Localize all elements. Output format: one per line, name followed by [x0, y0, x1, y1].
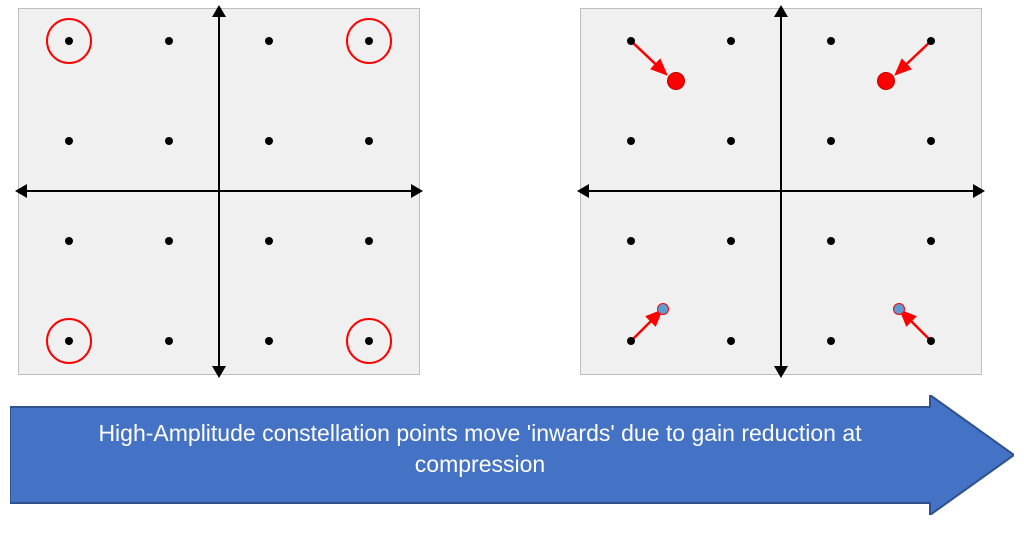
compressed-corner-br — [893, 303, 905, 315]
constellation-point — [927, 337, 935, 345]
y-axis-arrow-up — [212, 5, 226, 17]
constellation-point — [65, 137, 73, 145]
compressed-corner-bl — [657, 303, 669, 315]
constellation-point — [365, 37, 373, 45]
constellation-point — [927, 237, 935, 245]
constellation-point — [727, 337, 735, 345]
compressed-corner-tr — [877, 72, 895, 90]
constellation-point — [727, 237, 735, 245]
constellation-point — [727, 137, 735, 145]
explanation-text: High-Amplitude constellation points move… — [40, 418, 920, 480]
constellation-point — [827, 337, 835, 345]
constellation-point — [265, 37, 273, 45]
constellation-point — [365, 237, 373, 245]
constellation-point — [65, 37, 73, 45]
constellation-point — [265, 137, 273, 145]
constellation-point — [165, 37, 173, 45]
constellation-point — [627, 37, 635, 45]
constellation-point — [365, 337, 373, 345]
constellation-point — [927, 37, 935, 45]
constellation-point — [627, 137, 635, 145]
constellation-point — [65, 337, 73, 345]
constellation-point — [727, 37, 735, 45]
constellation-point — [165, 137, 173, 145]
constellation-point — [627, 237, 635, 245]
constellation-point — [827, 37, 835, 45]
constellation-point — [627, 337, 635, 345]
constellation-point — [265, 237, 273, 245]
constellation-point — [265, 337, 273, 345]
constellation-point — [65, 237, 73, 245]
x-axis-arrow-right — [411, 184, 423, 198]
constellation-point — [927, 137, 935, 145]
y-axis-arrow-down — [212, 366, 226, 378]
constellation-point — [165, 337, 173, 345]
constellation-point — [165, 237, 173, 245]
constellation-point — [827, 237, 835, 245]
compression-arrows — [581, 9, 981, 374]
constellation-point — [365, 137, 373, 145]
compressed-corner-tl — [667, 72, 685, 90]
y-axis — [218, 17, 220, 366]
x-axis-arrow-left — [15, 184, 27, 198]
constellation-after — [580, 8, 982, 375]
constellation-before — [18, 8, 420, 375]
constellation-point — [827, 137, 835, 145]
